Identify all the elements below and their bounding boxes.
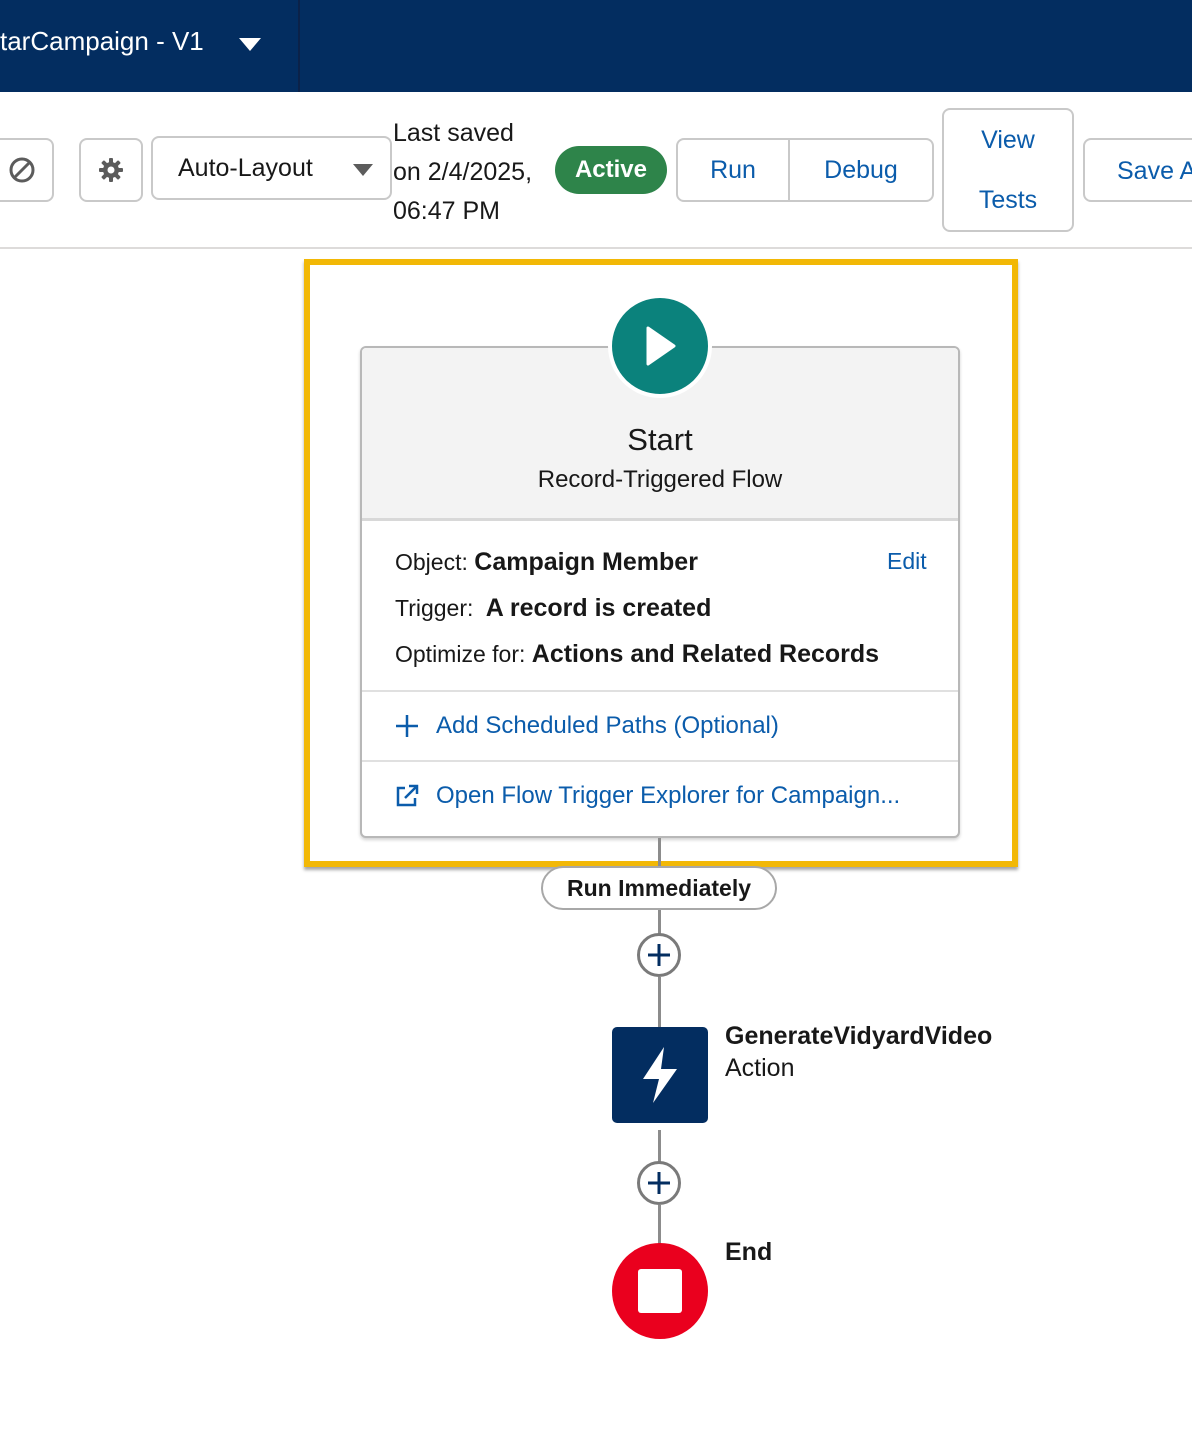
add-element-button[interactable] — [637, 1161, 681, 1205]
add-element-button[interactable] — [637, 933, 681, 977]
optimize-label: Optimize for: — [395, 641, 526, 667]
connector-line — [658, 1205, 661, 1245]
connector-line — [658, 838, 661, 868]
add-scheduled-paths-label: Add Scheduled Paths (Optional) — [436, 712, 779, 739]
status-badge: Active — [555, 146, 667, 194]
toolbar-divider — [0, 247, 1192, 249]
run-button[interactable]: Run — [678, 140, 788, 200]
settings-button[interactable] — [79, 138, 143, 202]
start-node-card[interactable]: Start Record-Triggered Flow Object: Camp… — [360, 346, 960, 838]
play-icon — [646, 326, 676, 366]
open-flow-trigger-explorer-label: Open Flow Trigger Explorer for Campaign.… — [436, 782, 901, 809]
card-divider — [362, 760, 958, 762]
stop-icon — [638, 1269, 682, 1313]
optimize-row: Optimize for: Actions and Related Record… — [395, 640, 879, 669]
start-node-subtitle: Record-Triggered Flow — [537, 466, 783, 493]
save-as-button[interactable]: Save A — [1083, 138, 1192, 202]
chevron-down-icon[interactable] — [239, 38, 261, 51]
header-divider — [298, 0, 300, 92]
object-label: Object: — [395, 549, 468, 575]
action-node-icon[interactable] — [612, 1027, 708, 1123]
card-divider — [362, 690, 958, 692]
object-value: Campaign Member — [474, 548, 698, 576]
run-button-label: Run — [710, 155, 756, 184]
last-saved-text: Last saved on 2/4/2025, 06:47 PM — [393, 114, 532, 231]
flow-title[interactable]: tarCampaign - V1 — [0, 26, 204, 57]
end-node-title: End — [725, 1238, 773, 1266]
trigger-row: Trigger: A record is created — [395, 594, 711, 623]
plus-icon — [648, 944, 670, 966]
view-tests-button[interactable]: View Tests — [942, 108, 1074, 232]
lightning-icon — [643, 1047, 677, 1103]
run-debug-button-group: Run Debug — [676, 138, 934, 202]
plus-icon — [396, 715, 418, 737]
layout-select[interactable]: Auto-Layout — [151, 136, 392, 200]
open-flow-trigger-explorer-link[interactable]: Open Flow Trigger Explorer for Campaign.… — [394, 782, 900, 810]
app-header: tarCampaign - V1 — [0, 0, 1192, 92]
debug-button-label: Debug — [824, 155, 898, 184]
run-immediately-label[interactable]: Run Immediately — [541, 866, 777, 910]
edit-link[interactable]: Edit — [887, 548, 927, 575]
optimize-value: Actions and Related Records — [531, 640, 880, 668]
start-node-title: Start — [627, 422, 693, 457]
plus-icon — [648, 1172, 670, 1194]
deactivate-button[interactable] — [0, 138, 54, 202]
save-as-label: Save A — [1117, 157, 1192, 185]
connector-line — [658, 1130, 661, 1162]
debug-button[interactable]: Debug — [790, 140, 932, 200]
start-node-icon[interactable] — [608, 294, 712, 398]
gear-icon — [99, 158, 123, 182]
chevron-down-icon — [353, 164, 373, 176]
trigger-label: Trigger: — [395, 595, 474, 621]
action-node-title[interactable]: GenerateVidyardVideo — [725, 1022, 992, 1051]
end-node-icon — [612, 1243, 708, 1339]
view-tests-label-line2: Tests — [978, 186, 1038, 214]
action-node-type: Action — [725, 1054, 795, 1082]
object-row: Object: Campaign Member — [395, 548, 698, 577]
layout-select-value: Auto-Layout — [178, 154, 313, 182]
last-saved-line3: 06:47 PM — [393, 197, 501, 225]
last-saved-line1: Last saved — [393, 119, 514, 147]
view-tests-label-line1: View — [981, 126, 1035, 154]
ban-icon — [9, 157, 35, 183]
trigger-value: A record is created — [485, 594, 712, 622]
last-saved-line2: on 2/4/2025, — [393, 158, 533, 186]
connector-line — [658, 910, 661, 934]
connector-line — [658, 977, 661, 1027]
external-link-icon — [396, 784, 419, 807]
add-scheduled-paths-link[interactable]: Add Scheduled Paths (Optional) — [394, 712, 779, 740]
